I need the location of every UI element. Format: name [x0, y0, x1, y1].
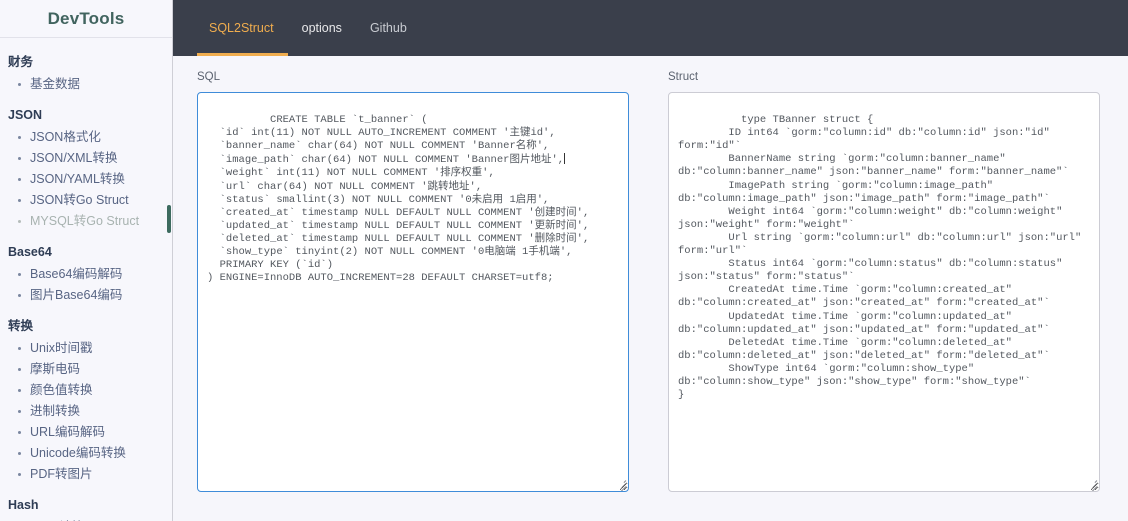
app-root: DevTools 财务 基金数据 JSON JSON格式化 JSON/XML转换 JSON… — [0, 0, 1128, 521]
tab-options[interactable]: options — [288, 0, 356, 56]
sql-input[interactable]: CREATE TABLE `t_banner` ( `id` int(11) N… — [197, 92, 629, 492]
nav-group: Hash Hash计算 — [0, 491, 172, 521]
bullet-icon — [18, 273, 21, 276]
sidebar-item[interactable]: PDF转图片 — [0, 464, 172, 485]
bullet-icon — [18, 294, 21, 297]
sidebar-item[interactable]: Hash计算 — [0, 517, 172, 521]
sidebar-item[interactable]: JSON/XML转换 — [0, 148, 172, 169]
sidebar-item[interactable]: Unicode编码转换 — [0, 443, 172, 464]
struct-output[interactable]: type TBanner struct { ID int64 `gorm:"co… — [668, 92, 1100, 492]
sidebar-item-label: 摩斯电码 — [30, 362, 81, 376]
brand-title: DevTools — [47, 8, 125, 28]
nav-group-title: JSON — [8, 108, 43, 122]
sidebar-item-label: 进制转换 — [30, 404, 81, 418]
sidebar-item-label: Base64编码解码 — [30, 267, 123, 281]
sidebar-item[interactable]: 进制转换 — [0, 401, 172, 422]
resize-grip-icon[interactable] — [614, 477, 627, 491]
sql-panel: SQL CREATE TABLE `t_banner` ( `id` int(1… — [197, 70, 629, 492]
sidebar-item[interactable]: 图片Base64编码 — [0, 285, 172, 306]
bullet-icon — [18, 347, 21, 350]
sidebar-scrollbar-thumb[interactable] — [167, 205, 171, 233]
nav-list: Hash计算 — [0, 517, 172, 521]
main-content: SQL2Struct options Github SQL CREATE TABLE… — [173, 0, 1128, 521]
sidebar-item-label: JSON转Go Struct — [30, 193, 129, 207]
sidebar-item-label: JSON/YAML转换 — [30, 172, 125, 186]
sidebar: DevTools 财务 基金数据 JSON JSON格式化 JSON/XML转换 JSON… — [0, 0, 173, 521]
sidebar-item-label: URL编码解码 — [30, 425, 106, 439]
sidebar-item[interactable]: JSON转Go Struct — [0, 190, 172, 211]
sidebar-item[interactable]: 基金数据 — [0, 74, 172, 95]
nav-list: Base64编码解码 图片Base64编码 — [0, 264, 172, 310]
sidebar-nav: 财务 基金数据 JSON JSON格式化 JSON/XML转换 JSON/YAML转换 JS… — [0, 38, 172, 521]
bullet-icon — [18, 389, 21, 392]
struct-text: type TBanner struct { ID int64 `gorm:"co… — [678, 114, 1082, 402]
nav-list: 基金数据 — [0, 74, 172, 99]
bullet-icon — [18, 220, 21, 223]
tab-label: Github — [369, 21, 407, 35]
sidebar-item-label: 图片Base64编码 — [30, 288, 123, 302]
sidebar-item-label: Unix时间戳 — [30, 341, 93, 355]
sidebar-item[interactable]: 颜色值转换 — [0, 380, 172, 401]
sidebar-item-label: Unicode编码转换 — [30, 446, 126, 460]
nav-group: Base64 Base64编码解码 图片Base64编码 — [0, 238, 172, 310]
bullet-icon — [18, 452, 21, 455]
tab-github[interactable]: Github — [356, 0, 421, 56]
sidebar-item-label: 颜色值转换 — [30, 383, 93, 397]
bullet-icon — [18, 83, 21, 86]
bullet-icon — [18, 157, 21, 160]
nav-group-title: Hash — [8, 498, 39, 512]
bullet-icon — [18, 473, 21, 476]
sidebar-item-label: JSON格式化 — [30, 130, 101, 144]
struct-panel-label: Struct — [668, 71, 699, 83]
sql-text-after-caret: `weight` int(11) NOT NULL COMMENT '排序权重'… — [207, 167, 590, 285]
sidebar-item[interactable]: JSON/YAML转换 — [0, 169, 172, 190]
tab-label: SQL2Struct — [209, 21, 274, 35]
sidebar-item-label: PDF转图片 — [30, 467, 93, 481]
nav-group-title: 转换 — [8, 319, 34, 333]
bullet-icon — [18, 178, 21, 181]
sql-panel-label: SQL — [197, 71, 221, 83]
sql-text-before-caret: CREATE TABLE `t_banner` ( `id` int(11) N… — [219, 114, 565, 167]
sidebar-item[interactable]: 摩斯电码 — [0, 359, 172, 380]
sidebar-item-label: 基金数据 — [30, 77, 81, 91]
sidebar-item[interactable]: Unix时间戳 — [0, 338, 172, 359]
sidebar-item-label: MYSQL转Go Struct — [30, 214, 140, 228]
editor-panels: SQL CREATE TABLE `t_banner` ( `id` int(1… — [173, 56, 1128, 492]
nav-group-title: 财务 — [8, 55, 34, 69]
nav-list: Unix时间戳 摩斯电码颜色值转换进制转换 URL编码解码 Unicode编码转换 PD… — [0, 338, 172, 489]
nav-group: 转换 Unix时间戳 摩斯电码颜色值转换进制转换 URL编码解码 Unicode编码转换… — [0, 312, 172, 489]
text-caret — [564, 153, 566, 165]
nav-group-title: Base64 — [8, 245, 52, 259]
sidebar-item[interactable]: JSON格式化 — [0, 127, 172, 148]
sidebar-item-label: JSON/XML转换 — [30, 151, 118, 165]
nav-list: JSON格式化 JSON/XML转换 JSON/YAML转换 JSON转Go Stru… — [0, 127, 172, 236]
struct-panel: Struct type TBanner struct { ID int64 `g… — [668, 70, 1100, 492]
tab-bar: SQL2Struct options Github — [173, 0, 1128, 56]
sidebar-brand: DevTools — [0, 0, 172, 38]
tab-sql2struct[interactable]: SQL2Struct — [197, 0, 288, 56]
sidebar-item[interactable]: URL编码解码 — [0, 422, 172, 443]
nav-group: 财务基金数据 — [0, 48, 172, 99]
sidebar-scrollbar-track[interactable] — [167, 0, 172, 521]
tab-label: options — [301, 21, 342, 35]
sidebar-item[interactable]: MYSQL转Go Struct — [0, 211, 172, 232]
bullet-icon — [18, 431, 21, 434]
bullet-icon — [18, 199, 21, 202]
nav-group: JSON JSON格式化 JSON/XML转换 JSON/YAML转换 JSON转Go … — [0, 101, 172, 236]
bullet-icon — [18, 136, 21, 139]
resize-grip-icon[interactable] — [1085, 477, 1098, 491]
sidebar-item[interactable]: Base64编码解码 — [0, 264, 172, 285]
bullet-icon — [18, 410, 21, 413]
bullet-icon — [18, 368, 21, 371]
